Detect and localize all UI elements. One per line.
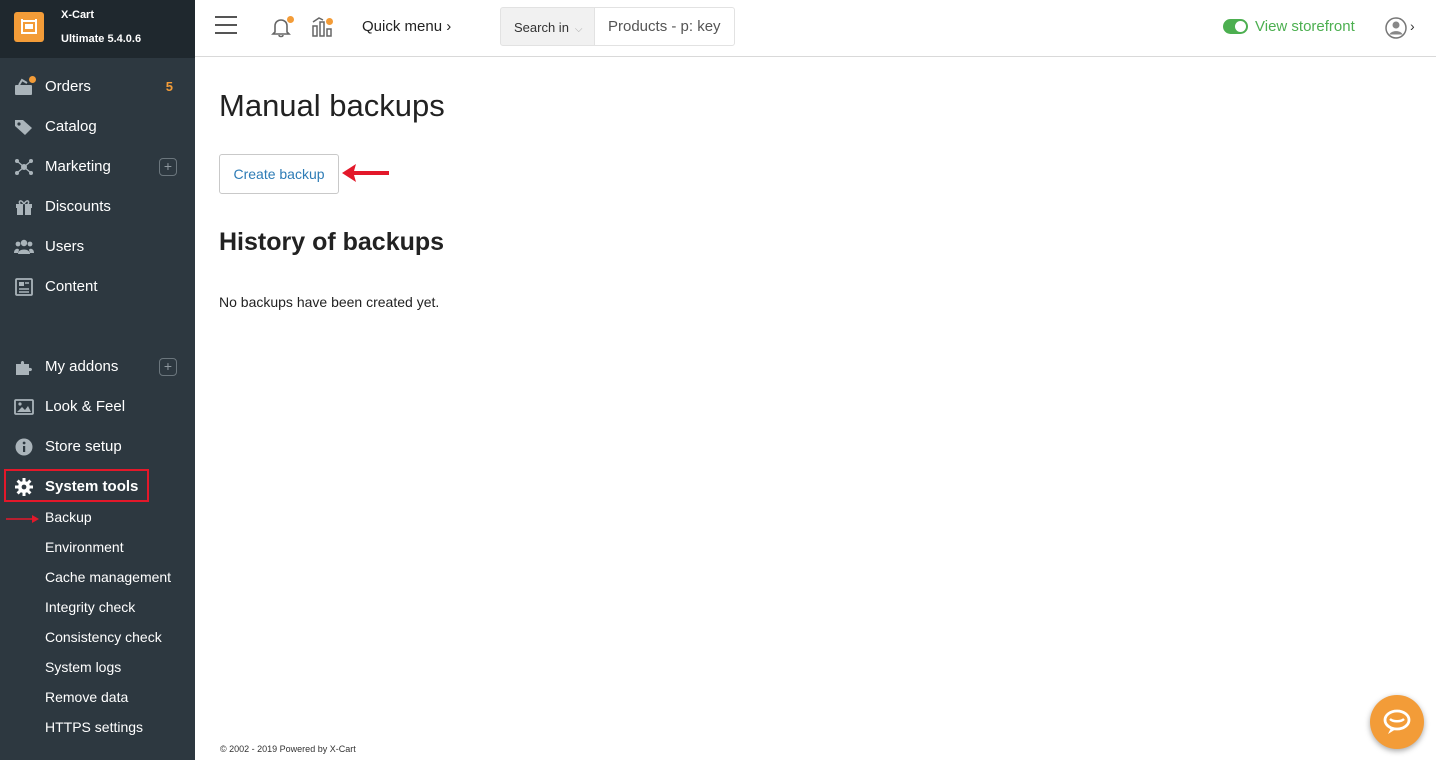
sidebar-item-label: Users	[45, 238, 85, 255]
sidebar-item-content[interactable]: Content	[0, 270, 195, 304]
sidebar-item-catalog[interactable]: Catalog	[0, 110, 195, 144]
app-window: X-Cart Ultimate 5.4.0.6 Orders 5 Catalog…	[0, 0, 1436, 760]
sidebar-subitem-system-logs[interactable]: System logs	[45, 659, 121, 675]
chevron-right-icon: ›	[446, 18, 452, 35]
notification-dot	[29, 76, 36, 83]
sidebar-item-marketing[interactable]: Marketing +	[0, 150, 195, 184]
menu-toggle-icon[interactable]	[215, 16, 237, 36]
brand-version: Ultimate 5.4.0.6	[61, 33, 142, 45]
sidebar-subitem-https-settings[interactable]: HTTPS settings	[45, 719, 143, 735]
quick-menu-label: Quick menu	[362, 18, 443, 35]
sidebar-item-orders[interactable]: Orders 5	[0, 70, 195, 104]
newspaper-icon	[15, 278, 33, 296]
sidebar-item-label: Look & Feel	[45, 398, 126, 415]
sidebar-subitem-consistency-check[interactable]: Consistency check	[45, 629, 162, 645]
sidebar-item-label: Orders	[45, 78, 91, 95]
notification-dot	[326, 18, 333, 25]
history-title: History of backups	[219, 228, 445, 256]
sidebar-subitem-integrity-check[interactable]: Integrity check	[45, 599, 135, 615]
image-icon	[14, 399, 34, 415]
sidebar-item-label: Marketing	[45, 158, 111, 175]
chat-widget-button[interactable]	[1370, 695, 1424, 749]
sidebar: X-Cart Ultimate 5.4.0.6 Orders 5 Catalog…	[0, 0, 195, 760]
search-scope-label: Search in	[514, 20, 569, 35]
chevron-right-icon[interactable]: ›	[1410, 18, 1415, 34]
sidebar-subitem-environment[interactable]: Environment	[45, 539, 124, 555]
annotation-arrow-icon	[342, 164, 389, 182]
system-tools-highlight-box	[4, 469, 149, 502]
main-content: Manual backups Create backup History of …	[195, 58, 1436, 760]
sidebar-item-label: My addons	[45, 358, 119, 375]
sidebar-item-discounts[interactable]: Discounts	[0, 190, 195, 224]
footer-copyright: © 2002 - 2019 Powered by X-Cart	[220, 744, 356, 754]
brand-header[interactable]: X-Cart Ultimate 5.4.0.6	[0, 0, 195, 58]
sidebar-item-label: Catalog	[45, 118, 97, 135]
sidebar-subitem-cache-management[interactable]: Cache management	[45, 569, 171, 585]
users-icon	[14, 239, 34, 254]
info-icon	[15, 438, 33, 456]
chevron-down-icon: ⌵	[574, 24, 583, 35]
storefront-toggle[interactable]	[1223, 19, 1248, 34]
create-backup-button[interactable]: Create backup	[219, 154, 339, 194]
sidebar-item-look-and-feel[interactable]: Look & Feel	[0, 390, 195, 424]
gift-icon	[16, 200, 32, 215]
empty-state-text: No backups have been created yet.	[219, 294, 440, 310]
view-storefront-link[interactable]: View storefront	[1255, 18, 1355, 35]
add-addon-button[interactable]: +	[159, 358, 177, 376]
sidebar-item-users[interactable]: Users	[0, 230, 195, 264]
sidebar-item-label: Content	[45, 278, 98, 295]
tag-icon	[15, 120, 32, 135]
sidebar-subitem-remove-data[interactable]: Remove data	[45, 689, 128, 705]
sidebar-subitem-backup[interactable]: Backup	[45, 509, 92, 525]
orders-count-badge: 5	[165, 79, 173, 94]
notification-dot	[287, 16, 294, 23]
toggle-knob	[1235, 21, 1246, 32]
sidebar-item-label: Store setup	[45, 438, 122, 455]
quick-menu-button[interactable]: Quick menu ›	[362, 18, 451, 35]
user-avatar-icon[interactable]	[1385, 17, 1407, 39]
network-icon	[15, 159, 33, 175]
search-scope-select[interactable]: Search in ⌵	[500, 7, 595, 46]
chat-bubbles-icon	[1383, 709, 1411, 734]
puzzle-icon	[16, 361, 32, 375]
brand-name: X-Cart	[61, 9, 95, 21]
add-marketing-button[interactable]: +	[159, 158, 177, 176]
page-title: Manual backups	[219, 88, 445, 123]
xcart-logo-icon	[14, 12, 44, 42]
sidebar-item-label: Discounts	[45, 198, 111, 215]
top-bar: Quick menu › Search in⌵ View storefront …	[195, 0, 1436, 57]
annotation-arrow-icon	[6, 515, 39, 523]
sidebar-item-store-setup[interactable]: Store setup	[0, 430, 195, 464]
search-input[interactable]	[594, 7, 735, 46]
sidebar-item-my-addons[interactable]: My addons +	[0, 350, 195, 384]
